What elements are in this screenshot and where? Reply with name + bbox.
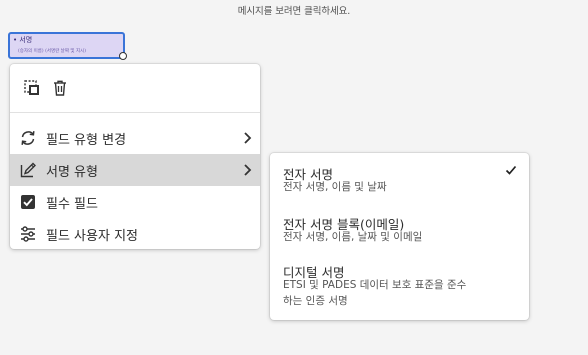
submenu-item-e-signature[interactable]: 전자 서명 전자 서명, 이름 및 날짜: [270, 153, 529, 199]
signature-pen-icon: [18, 160, 38, 180]
duplicate-icon[interactable]: [22, 78, 42, 98]
submenu-item-e-signature-block-email[interactable]: 전자 서명 블록(이메일) 전자 서명, 이름, 날짜 및 이메일: [270, 203, 529, 249]
checkmark-icon: [505, 165, 517, 175]
chevron-right-icon: [244, 132, 252, 144]
menu-toolbar: [10, 64, 260, 113]
signature-field[interactable]: • 서명 (승자의 이름) (서명란 날짜 및 지시): [8, 32, 125, 59]
submenu-item-desc: 전자 서명, 이름 및 날짜: [283, 181, 387, 193]
menu-item-label: 서명 유형: [46, 164, 98, 180]
menu-item-label: 필드 사용자 지정: [46, 228, 138, 244]
submenu-item-desc: 전자 서명, 이름, 날짜 및 이메일: [283, 231, 423, 243]
field-context-menu: 필드 유형 변경 서명 유형 필수 필드 필드 사용자 지정: [10, 64, 260, 249]
signature-field-label: • 서명: [13, 36, 33, 44]
signature-type-submenu: 전자 서명 전자 서명, 이름 및 날짜 전자 서명 블록(이메일) 전자 서명…: [270, 153, 529, 320]
signature-field-sublabel: (승자의 이름) (서명란 날짜 및 지시): [18, 49, 86, 54]
resize-handle[interactable]: [119, 52, 127, 60]
chevron-right-icon: [244, 164, 252, 176]
menu-item-label: 필드 유형 변경: [46, 132, 127, 148]
sliders-icon: [18, 224, 38, 244]
menu-item-label: 필수 필드: [46, 196, 98, 212]
refresh-icon: [18, 128, 38, 148]
submenu-item-desc: 하는 인증 서명: [283, 295, 348, 307]
menu-items: 필드 유형 변경 서명 유형 필수 필드 필드 사용자 지정: [10, 113, 260, 250]
menu-item-change-field-type[interactable]: 필드 유형 변경: [10, 122, 260, 154]
trash-icon[interactable]: [50, 78, 70, 98]
click-to-view-message-hint[interactable]: 메시지를 보려면 클릭하세요.: [0, 3, 588, 17]
submenu-item-desc: ETSI 및 PADES 데이터 보호 표준을 준수: [283, 279, 467, 291]
checkbox-checked-icon[interactable]: [18, 192, 38, 212]
menu-item-signature-type[interactable]: 서명 유형: [10, 154, 260, 186]
menu-item-required-field[interactable]: 필수 필드: [10, 186, 260, 218]
menu-item-customize-field[interactable]: 필드 사용자 지정: [10, 218, 260, 250]
submenu-item-digital-signature[interactable]: 디지털 서명 ETSI 및 PADES 데이터 보호 표준을 준수 하는 인증 …: [270, 253, 529, 315]
